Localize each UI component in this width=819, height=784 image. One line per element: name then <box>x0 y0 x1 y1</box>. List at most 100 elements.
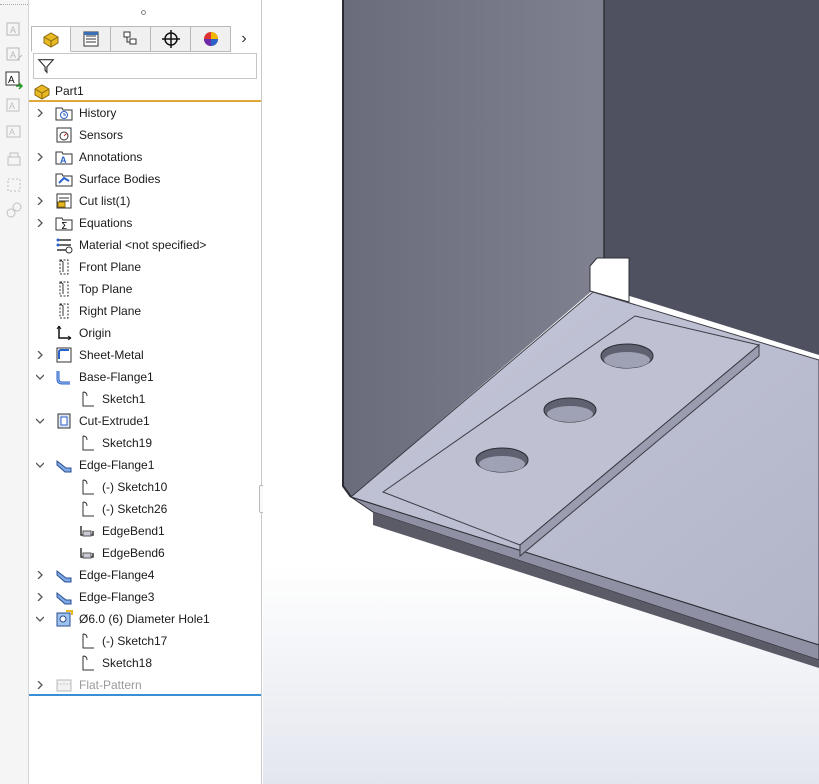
chevron-right-icon[interactable] <box>35 218 45 228</box>
tab-property-manager[interactable] <box>71 26 111 52</box>
tree-item-edgebend6[interactable]: EdgeBend6 <box>29 542 261 564</box>
sketch-icon <box>77 653 97 673</box>
rollback-bar[interactable] <box>29 694 261 696</box>
print-icon[interactable] <box>4 150 24 170</box>
chevron-right-icon[interactable] <box>35 108 45 118</box>
sensors-icon <box>54 125 74 145</box>
chevron-right-icon[interactable] <box>35 592 45 602</box>
spell-check-icon[interactable]: A <box>4 96 24 116</box>
feature-manager-panel: › Part1 History Sensors A Annotations Surfac… <box>29 0 262 784</box>
tree-item-base-flange1[interactable]: Base-Flange1 <box>29 366 261 388</box>
sheet-metal-icon <box>54 345 74 365</box>
svg-text:A: A <box>10 25 16 35</box>
link-icon[interactable] <box>4 200 24 220</box>
tree-item-label: Origin <box>79 326 112 340</box>
tree-item-sheet-metal[interactable]: Sheet-Metal <box>29 344 261 366</box>
tree-item-sketch18[interactable]: Sketch18 <box>29 652 261 674</box>
tree-item-origin[interactable]: Origin <box>29 322 261 344</box>
panel-grip[interactable] <box>141 10 146 15</box>
hole-1 <box>600 343 654 369</box>
chevron-right-icon[interactable] <box>35 196 45 206</box>
tree-item-sensors[interactable]: Sensors <box>29 124 261 146</box>
chevron-down-icon[interactable] <box>35 416 45 426</box>
tree-item-label: (-) Sketch26 <box>102 502 168 516</box>
annotations-icon: A <box>54 147 74 167</box>
tree-item-label: History <box>79 106 117 120</box>
chevron-right-icon[interactable] <box>35 570 45 580</box>
chevron-right-icon[interactable]: › <box>231 26 257 52</box>
sketch-icon <box>77 389 97 409</box>
note-icon[interactable]: A <box>4 45 24 65</box>
tree-item-cut-extrude1[interactable]: Cut-Extrude1 <box>29 410 261 432</box>
tree-item-history[interactable]: History <box>29 102 261 124</box>
tree-item-label: Flat-Pattern <box>79 678 142 692</box>
graphics-viewport[interactable] <box>263 0 819 784</box>
feature-manager-tabs: › <box>31 26 259 52</box>
tree-item-material-not-specified[interactable]: Material <not specified> <box>29 234 261 256</box>
tree-items: History Sensors A Annotations Surface Bodies… <box>29 102 261 696</box>
hatch-icon[interactable] <box>4 175 24 195</box>
tree-item-edge-flange3[interactable]: Edge-Flange3 <box>29 586 261 608</box>
sketch-icon <box>77 433 97 453</box>
tab-display-manager[interactable] <box>191 26 231 52</box>
tree-item-6-0-6-diameter-hole1[interactable]: Ø6.0 (6) Diameter Hole1 <box>29 608 261 630</box>
filter-icon <box>37 59 55 74</box>
part-icon <box>32 81 52 101</box>
feature-tree: Part1 History Sensors A Annotations Surface … <box>29 80 261 696</box>
tree-item-label: Edge-Flange4 <box>79 568 155 582</box>
sketch-icon <box>77 499 97 519</box>
tree-root-part1[interactable]: Part1 <box>29 80 261 102</box>
chevron-down-icon[interactable] <box>35 614 45 624</box>
feature-filter-field[interactable] <box>33 53 257 79</box>
tree-item-flat-pattern[interactable]: Flat-Pattern <box>29 674 261 696</box>
smart-dimension-icon[interactable]: A <box>4 20 24 40</box>
tree-item-cut-list-1[interactable]: Cut list(1) <box>29 190 261 212</box>
tree-item-label: Sketch1 <box>102 392 146 406</box>
tab-configuration-manager[interactable] <box>111 26 151 52</box>
tree-item-sketch26[interactable]: (-) Sketch26 <box>29 498 261 520</box>
part-icon <box>43 32 59 48</box>
format-painter-icon[interactable]: A <box>4 122 24 142</box>
cut-extrude-icon <box>54 411 74 431</box>
appearance-icon <box>203 32 218 46</box>
svg-text:Σ: Σ <box>61 221 67 232</box>
tree-item-sketch10[interactable]: (-) Sketch10 <box>29 476 261 498</box>
tree-item-surface-bodies[interactable]: Surface Bodies <box>29 168 261 190</box>
tree-item-right-plane[interactable]: Right Plane <box>29 300 261 322</box>
sketch-icon <box>77 477 97 497</box>
plane-icon <box>54 279 74 299</box>
tree-item-sketch1[interactable]: Sketch1 <box>29 388 261 410</box>
tree-item-edge-flange4[interactable]: Edge-Flange4 <box>29 564 261 586</box>
tree-item-label: Top Plane <box>79 282 133 296</box>
chevron-right-icon[interactable] <box>35 152 45 162</box>
chevron-down-icon[interactable] <box>35 460 45 470</box>
tree-item-label: Base-Flange1 <box>79 370 154 384</box>
tree-item-top-plane[interactable]: Top Plane <box>29 278 261 300</box>
tree-item-equations[interactable]: Σ Equations <box>29 212 261 234</box>
left-command-toolbar: A A A A A <box>0 0 29 784</box>
chevron-right-icon[interactable] <box>35 350 45 360</box>
auto-balloon-icon[interactable]: A <box>4 70 24 90</box>
tree-item-edge-flange1[interactable]: Edge-Flange1 <box>29 454 261 476</box>
tab-dimxpert-manager[interactable] <box>151 26 191 52</box>
tree-item-label: Annotations <box>79 150 143 164</box>
tree-item-annotations[interactable]: A Annotations <box>29 146 261 168</box>
tab-feature-manager[interactable] <box>31 26 71 52</box>
edge-bend-icon <box>77 521 97 541</box>
tree-item-label: Ø6.0 (6) Diameter Hole1 <box>79 612 210 626</box>
edge-flange-icon <box>54 565 74 585</box>
tree-item-sketch17[interactable]: (-) Sketch17 <box>29 630 261 652</box>
tree-item-label: EdgeBend1 <box>102 524 165 538</box>
base-flange-icon <box>54 367 74 387</box>
tree-item-edgebend1[interactable]: EdgeBend1 <box>29 520 261 542</box>
chevron-down-icon[interactable] <box>35 372 45 382</box>
tree-item-label: (-) Sketch17 <box>102 634 168 648</box>
tree-item-label: Surface Bodies <box>79 172 161 186</box>
tree-item-front-plane[interactable]: Front Plane <box>29 256 261 278</box>
tree-item-sketch19[interactable]: Sketch19 <box>29 432 261 454</box>
tree-item-label: Sketch18 <box>102 656 153 670</box>
chevron-right-icon[interactable] <box>35 680 45 690</box>
sheet-metal-model <box>263 0 819 784</box>
equations-icon: Σ <box>54 213 74 233</box>
crosshair-icon <box>161 30 180 48</box>
